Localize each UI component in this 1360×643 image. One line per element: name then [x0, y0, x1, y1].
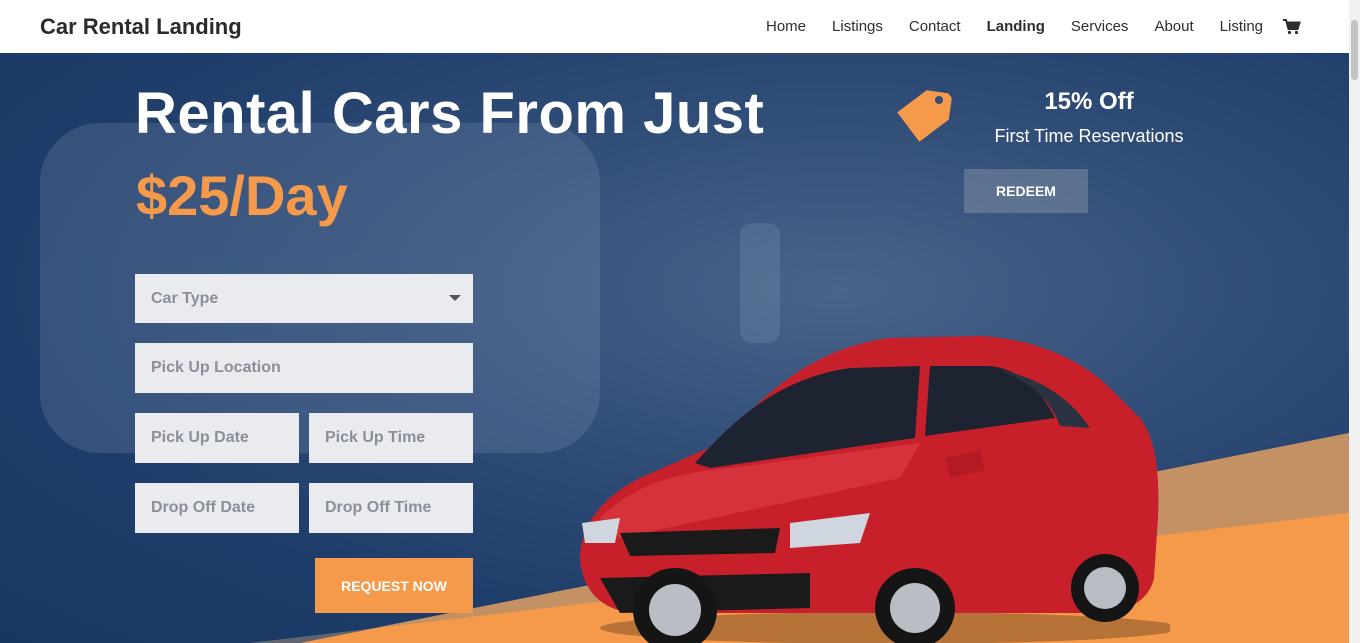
hero-price: $25/Day [136, 164, 348, 227]
site-header: Car Rental Landing Home Listings Contact… [0, 0, 1349, 53]
nav-listings[interactable]: Listings [832, 18, 883, 35]
dropoff-date-input[interactable]: Drop Off Date [135, 483, 299, 533]
pickup-time-input[interactable]: Pick Up Time [309, 413, 473, 463]
nav-contact[interactable]: Contact [909, 18, 961, 35]
request-now-button[interactable]: REQUEST NOW [315, 558, 473, 613]
nav-landing[interactable]: Landing [987, 18, 1045, 35]
price-tag-icon [897, 90, 952, 142]
nav-listing[interactable]: Listing [1220, 18, 1263, 35]
chevron-down-icon [449, 295, 461, 301]
page-scrollbar[interactable] [1349, 0, 1360, 643]
promo-title: 15% Off [1044, 88, 1134, 115]
pickup-date-input[interactable]: Pick Up Date [135, 413, 299, 463]
car-type-placeholder: Car Type [151, 289, 219, 307]
pickup-location-input[interactable]: Pick Up Location [135, 343, 473, 393]
redeem-button[interactable]: REDEEM [964, 169, 1088, 213]
dropoff-time-placeholder: Drop Off Time [325, 499, 432, 516]
main-nav: Home Listings Contact Landing Services A… [740, 0, 1301, 53]
pickup-location-placeholder: Pick Up Location [151, 359, 281, 376]
pickup-date-placeholder: Pick Up Date [151, 429, 249, 446]
scrollbar-thumb[interactable] [1351, 20, 1358, 80]
nav-home[interactable]: Home [766, 18, 806, 35]
nav-services[interactable]: Services [1071, 18, 1129, 35]
pickup-time-placeholder: Pick Up Time [325, 429, 426, 446]
site-logo[interactable]: Car Rental Landing [40, 14, 242, 40]
car-type-select[interactable]: Car Type [135, 274, 473, 323]
hero-section: Rental Cars From Just $25/Day Car Type P… [0, 53, 1349, 643]
red-sedan-image [580, 336, 1170, 643]
hero-headline: Rental Cars From Just [135, 81, 765, 146]
cart-icon[interactable] [1283, 18, 1301, 35]
nav-about[interactable]: About [1154, 18, 1193, 35]
dropoff-time-input[interactable]: Drop Off Time [309, 483, 473, 533]
promo-subtitle: First Time Reservations [994, 126, 1184, 146]
dropoff-date-placeholder: Drop Off Date [151, 499, 255, 516]
